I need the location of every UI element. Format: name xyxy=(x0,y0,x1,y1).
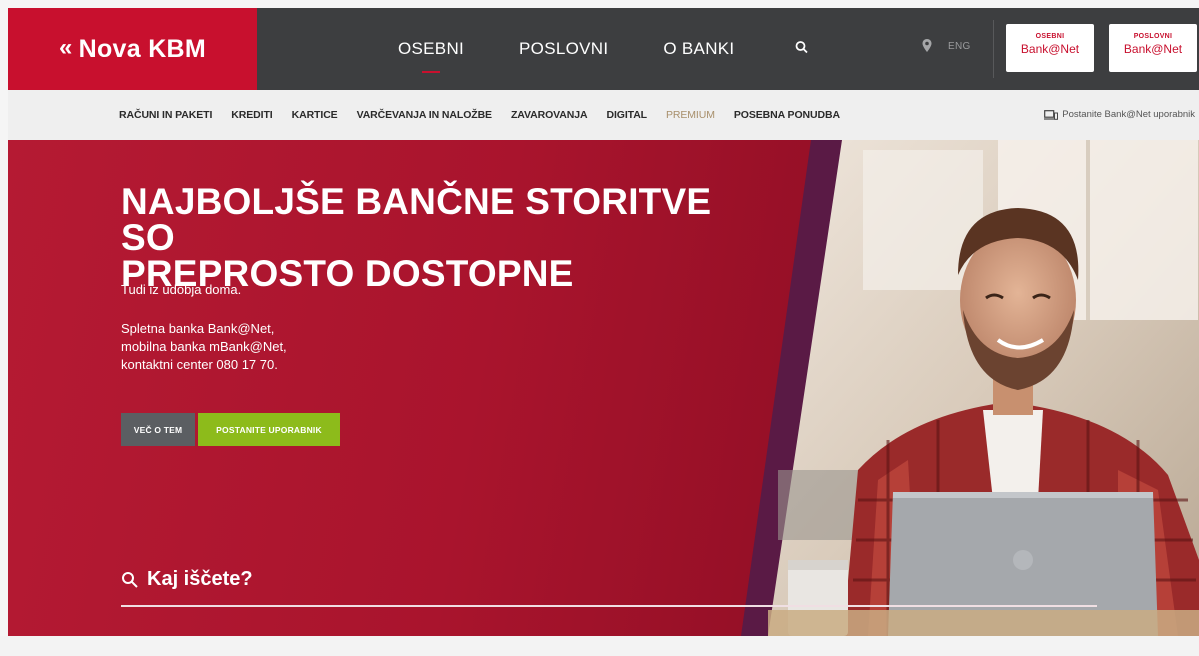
sub-nav: RAČUNI IN PAKETI KREDITI KARTICE VARČEVA… xyxy=(8,90,1199,140)
top-bar: « Nova KBM OSEBNI POSLOVNI O BANKI ENG O… xyxy=(8,8,1199,90)
search-band: Kaj iščete? xyxy=(8,520,1199,636)
subnav-zavarovanja[interactable]: ZAVAROVANJA xyxy=(511,109,588,121)
subnav-varcevanja[interactable]: VARČEVANJA IN NALOŽBE xyxy=(357,109,492,121)
hero-headline: NAJBOLJŠE BANČNE STORITVE SO PREPROSTO D… xyxy=(121,181,761,292)
logo-text: Nova KBM xyxy=(78,34,207,63)
language-switch[interactable]: ENG xyxy=(948,41,971,52)
location-pin-icon[interactable] xyxy=(921,38,933,54)
hero-desc-line-3: kontaktni center 080 17 70. xyxy=(121,357,278,372)
become-user-label: Postanite Bank@Net uporabnik xyxy=(1062,109,1195,120)
search-underline xyxy=(121,605,1097,607)
become-user-button[interactable]: POSTANITE UPORABNIK xyxy=(198,413,340,446)
search-label: Kaj iščete? xyxy=(147,568,253,590)
search-icon[interactable] xyxy=(794,39,810,57)
subnav-krediti[interactable]: KREDITI xyxy=(231,109,272,121)
logo[interactable]: « Nova KBM xyxy=(8,8,257,90)
more-info-button[interactable]: VEČ O TEM xyxy=(121,413,195,446)
hero-headline-line-1: NAJBOLJŠE BANČNE STORITVE SO xyxy=(121,181,712,258)
search-icon xyxy=(122,571,138,588)
sub-nav-links: RAČUNI IN PAKETI KREDITI KARTICE VARČEVA… xyxy=(119,90,859,140)
poslovni-label: POSLOVNI xyxy=(1133,33,1173,40)
page: « Nova KBM OSEBNI POSLOVNI O BANKI ENG O… xyxy=(0,0,1199,656)
subnav-racuni-in-paketi[interactable]: RAČUNI IN PAKETI xyxy=(119,109,212,121)
nkbm-logo-icon: « xyxy=(58,34,73,61)
hero-description: Spletna banka Bank@Net, mobilna banka mB… xyxy=(121,320,381,374)
hero-banner: NAJBOLJŠE BANČNE STORITVE SO PREPROSTO D… xyxy=(8,140,1199,636)
nav-item-poslovni[interactable]: POSLOVNI xyxy=(519,39,608,59)
nav-item-osebni[interactable]: OSEBNI xyxy=(398,39,464,73)
main-nav: OSEBNI POSLOVNI O BANKI xyxy=(398,8,789,90)
osebni-banknet-button[interactable]: OSEBNI Bank@Net xyxy=(1006,24,1094,72)
poslovni-banknet-button[interactable]: POSLOVNI Bank@Net xyxy=(1109,24,1197,72)
divider xyxy=(993,20,994,78)
subnav-digital[interactable]: DIGITAL xyxy=(606,109,647,121)
subnav-kartice[interactable]: KARTICE xyxy=(292,109,338,121)
nav-item-o-banki[interactable]: O BANKI xyxy=(663,39,734,59)
site-search[interactable]: Kaj iščete? xyxy=(121,568,253,591)
browser-viewport: « Nova KBM OSEBNI POSLOVNI O BANKI ENG O… xyxy=(8,8,1199,636)
osebni-label: OSEBNI xyxy=(1035,33,1065,40)
hero-desc-line-1: Spletna banka Bank@Net, xyxy=(121,321,275,336)
hero-desc-line-2: mobilna banka mBank@Net, xyxy=(121,339,287,354)
become-user-link[interactable]: Postanite Bank@Net uporabnik xyxy=(1044,109,1195,120)
banknet-label: Bank@Net xyxy=(1123,42,1183,56)
page-bottom-strip xyxy=(0,636,1199,656)
subnav-posebna-ponudba[interactable]: POSEBNA PONUDBA xyxy=(734,109,840,121)
hero-tagline: Tudi iz udobja doma. xyxy=(121,282,242,297)
devices-icon xyxy=(1044,109,1059,120)
banknet-label: Bank@Net xyxy=(1020,42,1080,56)
subnav-premium[interactable]: PREMIUM xyxy=(666,109,715,121)
